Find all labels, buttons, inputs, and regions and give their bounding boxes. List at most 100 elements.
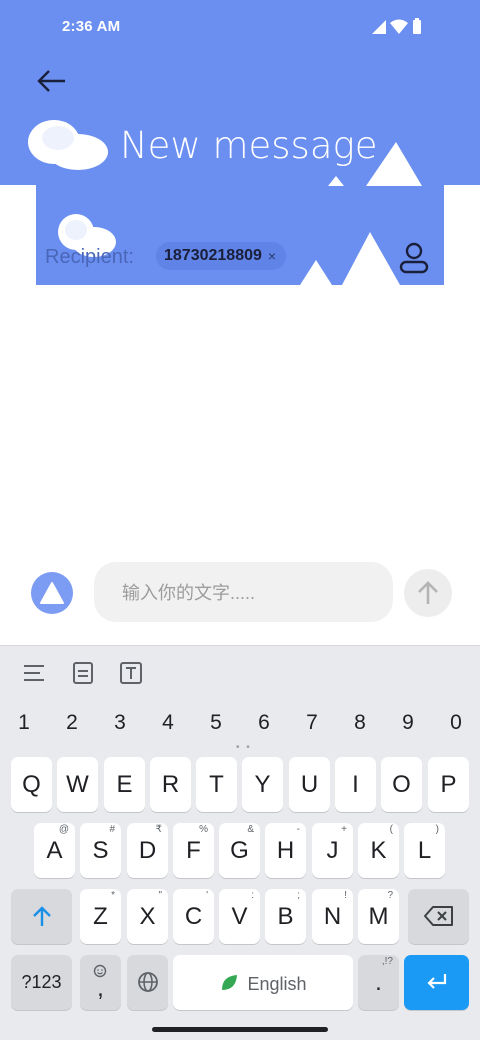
key-g[interactable]: G & [219,823,260,878]
message-placeholder: 输入你的文字..... [122,583,256,603]
key-j-label: J [326,837,339,864]
key-e[interactable]: E [104,757,145,812]
key-q[interactable]: Q [11,757,52,812]
clipboard-icon[interactable] [70,660,96,686]
key-t[interactable]: T [196,757,237,812]
enter-icon [426,974,446,989]
key-n-label: N [323,903,342,930]
period-key[interactable]: . ,!? [358,955,399,1010]
menu-lines-icon[interactable] [21,660,47,686]
chip-remove-icon[interactable]: × [268,248,276,264]
key-8[interactable]: 8 [336,703,384,743]
wifi-icon [390,19,408,34]
message-input[interactable]: 输入你的文字..... [94,562,393,622]
back-arrow-icon[interactable] [30,62,74,100]
key-u[interactable]: U [289,757,330,812]
text-format-icon[interactable] [118,660,144,686]
key-j[interactable]: J + [312,823,353,878]
key-a-label: A [46,837,63,864]
shift-key[interactable] [11,889,72,944]
number-row: 1 2 3 4 5 6 7 8 9 0 [0,703,480,743]
status-icons [372,18,421,34]
key-0[interactable]: 0 [432,703,480,743]
emoji-comma-key[interactable]: , [80,955,121,1010]
leaf-icon [222,975,238,990]
status-time: 2:36 AM [62,18,121,35]
key-c-label: C [184,903,203,930]
key-j-hint: + [341,824,347,835]
key-r[interactable]: R [150,757,191,812]
page-title: New message [120,124,378,167]
key-y[interactable]: Y [242,757,283,812]
key-3[interactable]: 3 [96,703,144,743]
key-o[interactable]: O [381,757,422,812]
enter-key[interactable] [404,955,469,1010]
keyboard-toolbar [0,645,480,699]
key-s-label: S [92,837,109,864]
key-i[interactable]: I [335,757,376,812]
key-l-label: L [417,837,432,864]
key-f-hint: % [199,824,208,835]
key-a[interactable]: A @ [34,823,75,878]
triangle-logo-icon [40,582,64,604]
period-hint: ,!? [381,956,393,967]
symbols-key[interactable]: ?123 [11,955,72,1010]
key-c-hint: ' [206,890,208,901]
key-k-label: K [370,837,387,864]
app-logo-button[interactable] [31,572,73,614]
key-p[interactable]: P [428,757,469,812]
key-g-label: G [230,837,249,864]
key-f-label: F [186,837,201,864]
key-f[interactable]: F% [173,823,214,878]
key-v-hint: : [251,890,254,901]
key-n-hint: ! [344,890,347,901]
key-b-label: B [277,903,294,930]
key-5[interactable]: 5 [192,703,240,743]
key-k[interactable]: K( [358,823,399,878]
home-indicator[interactable] [152,1027,328,1032]
signal-icon [372,20,386,34]
key-c[interactable]: C ' [173,889,214,944]
key-z[interactable]: Z * [80,889,121,944]
key-l[interactable]: L) [404,823,445,878]
soft-keyboard: 1 2 3 4 5 6 7 8 9 0 • • Q W E R T Y U I … [0,645,480,1040]
key-6[interactable]: 6 [240,703,288,743]
space-label: English [247,974,307,994]
key-m[interactable]: M? [358,889,399,944]
status-bar: 2:36 AM [0,0,480,56]
language-key[interactable] [127,955,168,1010]
key-h[interactable]: H- [265,823,306,878]
key-l-hint: ) [435,824,439,835]
key-9[interactable]: 9 [384,703,432,743]
key-d[interactable]: D ₹ [127,823,168,878]
key-z-hint: * [111,890,115,901]
battery-icon [413,18,421,34]
key-7[interactable]: 7 [288,703,336,743]
comma-label: , [97,975,104,1002]
key-2[interactable]: 2 [48,703,96,743]
recipient-label: Recipient: [45,246,134,268]
key-w[interactable]: W [57,757,98,812]
shift-arrow-icon [32,906,51,926]
key-b-hint: ; [297,890,300,901]
key-b[interactable]: B; [265,889,306,944]
key-n[interactable]: N! [312,889,353,944]
page-dots-icon: • • [236,742,252,753]
key-x-label: X [139,903,156,930]
space-key[interactable]: English [173,955,353,1010]
contact-picker-icon[interactable] [396,240,432,276]
key-d-label: D [138,837,157,864]
key-s[interactable]: S # [80,823,121,878]
new-message-screen: 2:36 AM New message Recipient: 187302188… [0,0,480,1040]
key-1[interactable]: 1 [0,703,48,743]
key-m-label: M [368,903,389,930]
key-x[interactable]: X " [127,889,168,944]
period-label: . [375,969,382,996]
key-v[interactable]: V: [219,889,260,944]
recipient-chip[interactable]: 18730218809 × [156,242,287,270]
key-k-hint: ( [389,824,393,835]
key-v-label: V [231,903,248,930]
key-4[interactable]: 4 [144,703,192,743]
send-button[interactable] [404,569,452,617]
backspace-key[interactable] [408,889,469,944]
